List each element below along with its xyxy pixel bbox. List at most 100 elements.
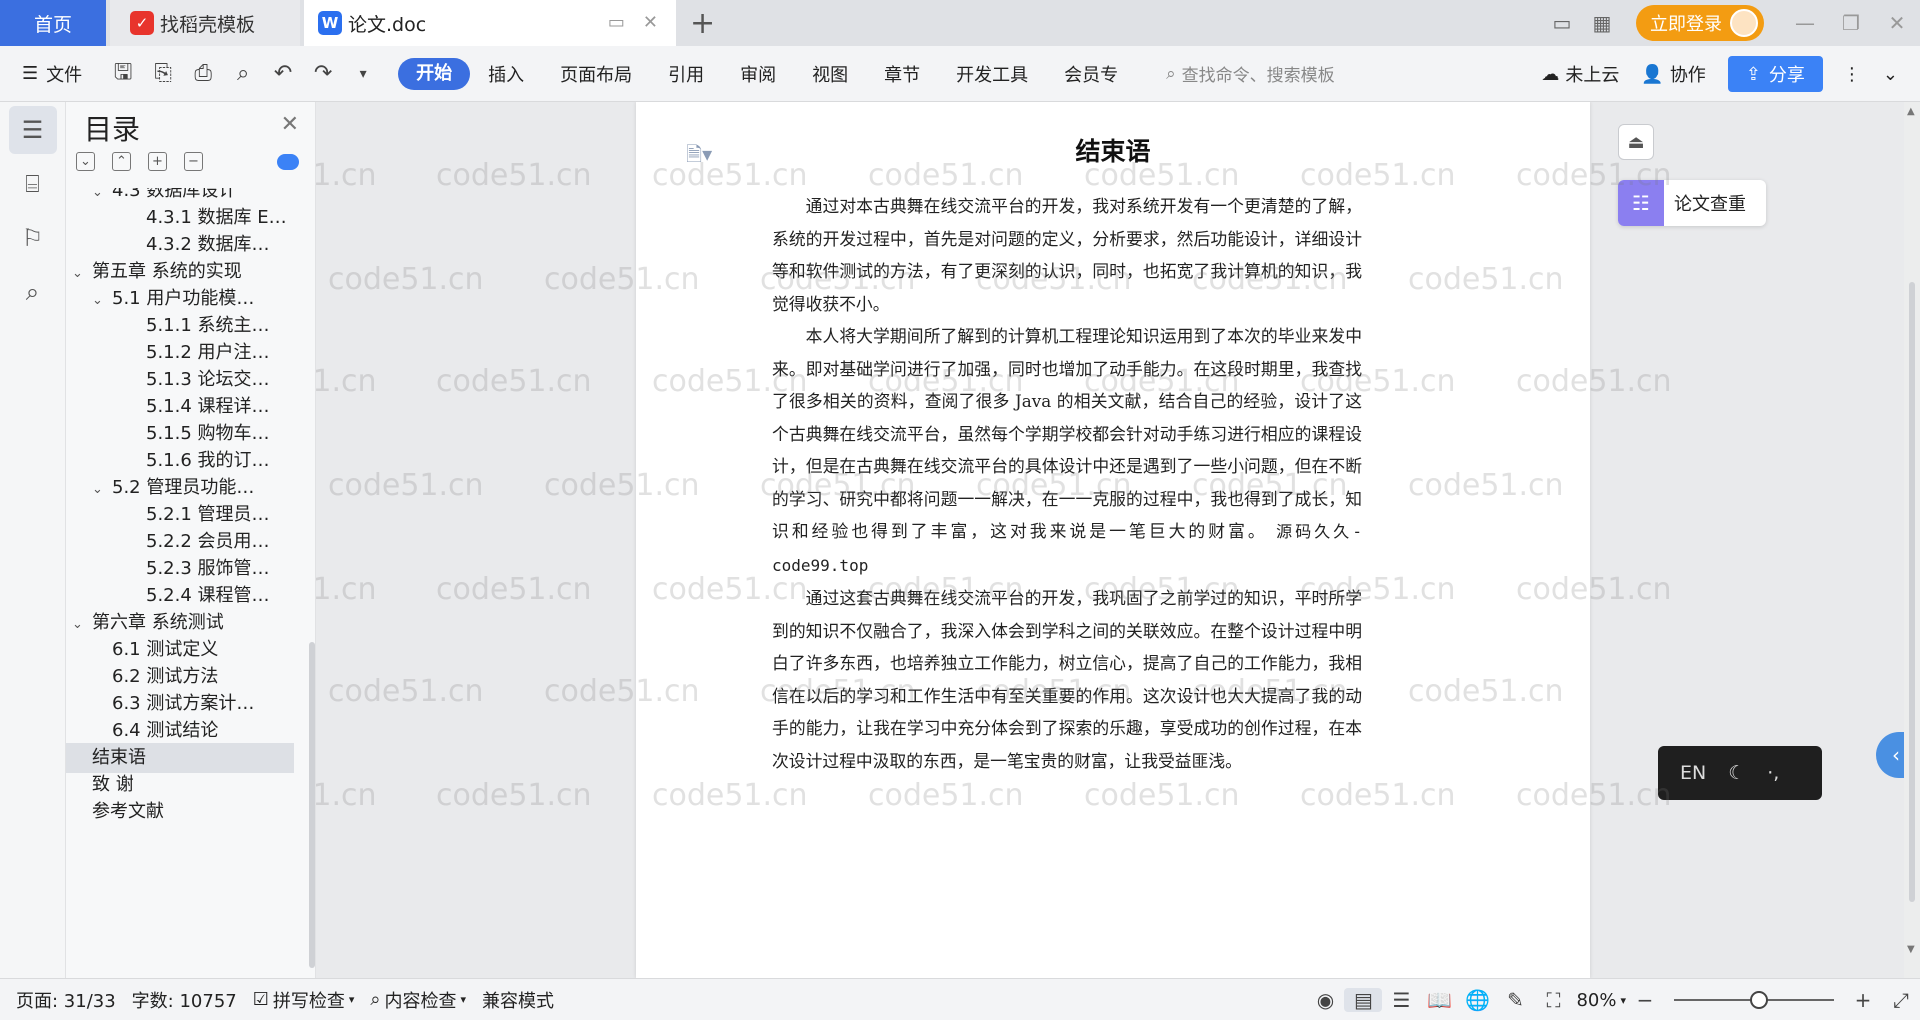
save-icon[interactable]: 🖫 (110, 55, 136, 93)
add-heading-icon[interactable]: + (148, 152, 167, 171)
ribbon-tab-home[interactable]: 开始 (398, 57, 471, 90)
document-page[interactable]: 🗎▾ 结束语 通过对本古典舞在线交流平台的开发，我对系统开发有一个更清楚的了解，… (636, 102, 1590, 978)
scroll-thumb[interactable] (1909, 282, 1915, 902)
toc-item[interactable]: 结束语 (66, 743, 294, 773)
ribbon-tab-developer[interactable]: 开发工具 (938, 61, 1046, 87)
collapse-ribbon-icon[interactable]: ⌄ (1883, 64, 1898, 85)
toc-item[interactable]: 4.3.1 数据库 E… (66, 203, 294, 233)
close-window-icon[interactable]: ✕ (1874, 11, 1920, 35)
toc-panel-icon[interactable]: ☰ (8, 106, 57, 154)
ribbon-tab-review[interactable]: 审阅 (722, 61, 794, 87)
quick-access-dropdown-icon[interactable]: ▾ (350, 66, 376, 82)
bookmark-icon[interactable]: ⚐ (9, 214, 57, 262)
pin-window-icon[interactable]: ▭ (608, 12, 625, 33)
zoom-in-icon[interactable]: + (1844, 988, 1882, 1012)
expand-side-panel-icon[interactable]: ‹ (1876, 732, 1904, 778)
print-icon[interactable]: ⎙ (190, 61, 216, 86)
login-button[interactable]: 立即登录 (1636, 5, 1764, 41)
toc-scrollbar[interactable] (309, 642, 315, 968)
toc-item[interactable]: 5.2.4 课程管… (66, 581, 294, 611)
fullscreen-icon[interactable]: ⤢ (1882, 988, 1920, 1012)
toc-item[interactable]: 5.2.1 管理员… (66, 500, 294, 530)
ime-toolbar[interactable]: EN ☾ ·, (1658, 746, 1822, 800)
collaborate-button[interactable]: 👤 协作 (1641, 61, 1705, 87)
toc-item[interactable]: 致 谢 (66, 770, 294, 800)
zoom-level[interactable]: 80% ▾ (1576, 990, 1626, 1011)
toc-item[interactable]: ⌄ 第五章 系统的实现 (66, 257, 294, 287)
new-tab-button[interactable]: + (690, 6, 715, 41)
vertical-scrollbar[interactable]: ▲ ▼ (1904, 102, 1920, 978)
layout-icon[interactable]: ▭ (1542, 11, 1582, 35)
collapse-all-icon[interactable]: ⌄ (76, 152, 95, 171)
scroll-down-icon[interactable]: ▼ (1907, 944, 1915, 955)
toc-item[interactable]: 5.1.3 论坛交… (66, 365, 294, 395)
toc-item[interactable]: 6.3 测试方案计… (66, 689, 294, 719)
toc-item[interactable]: 5.1.6 我的订… (66, 446, 294, 476)
toc-item[interactable]: 5.1.1 系统主… (66, 311, 294, 341)
plagiarism-check-button[interactable]: ☷ 论文查重 (1618, 180, 1766, 226)
write-mode-icon[interactable]: ✎ (1496, 988, 1534, 1012)
print-preview-icon[interactable]: ⌕ (230, 61, 256, 86)
find-icon[interactable]: ⌕ (9, 268, 57, 316)
tab-daoke-templates[interactable]: ✓ 找稻壳模板 (110, 0, 300, 46)
ribbon-tab-view[interactable]: 视图 (794, 61, 866, 87)
side-toolbar-toggle-icon[interactable]: ⏏ (1618, 124, 1654, 160)
document-body[interactable]: 通过对本古典舞在线交流平台的开发，我对系统开发有一个更清楚的了解，系统的开发过程… (772, 190, 1362, 777)
tab-home[interactable]: 首页 (0, 0, 106, 46)
command-search[interactable]: ⌕ 查找命令、搜索模板 (1166, 61, 1335, 87)
toc-item-label: 致 谢 (92, 774, 134, 795)
ribbon-tab-insert[interactable]: 插入 (470, 61, 542, 87)
moon-icon[interactable]: ☾ (1728, 762, 1745, 784)
apps-grid-icon[interactable]: ▦ (1582, 11, 1622, 35)
toc-item[interactable]: ⌄ 5.2 管理员功能… (66, 473, 294, 503)
more-options-icon[interactable]: ⋮ (1843, 64, 1861, 85)
toc-item[interactable]: 6.4 测试结论 (66, 716, 294, 746)
expand-up-icon[interactable]: ⌃ (112, 152, 131, 171)
toc-item[interactable]: 5.2.3 服饰管… (66, 554, 294, 584)
cloud-status[interactable]: ☁ 未上云 (1541, 61, 1619, 87)
reading-view-icon[interactable]: 📖 (1420, 988, 1458, 1012)
ai-assistant-icon[interactable] (277, 154, 299, 170)
chevron-down-icon: ▾ (460, 993, 467, 1006)
chapter-nav-icon[interactable]: ⌸ (9, 160, 57, 208)
toc-item[interactable]: 4.3.2 数据库… (66, 230, 294, 260)
spell-check-button[interactable]: ☑ 拼写检查 ▾ (253, 987, 355, 1013)
page-view-icon[interactable]: ▤ (1344, 988, 1383, 1012)
outline-view-icon[interactable]: ☰ (1382, 988, 1420, 1012)
ribbon-tab-chapter[interactable]: 章节 (866, 61, 938, 87)
toc-item[interactable]: 参考文献 (66, 797, 294, 827)
ribbon-tab-page-layout[interactable]: 页面布局 (542, 61, 650, 87)
toc-item[interactable]: ⌄ 5.1 用户功能模… (66, 284, 294, 314)
remove-heading-icon[interactable]: − (184, 152, 203, 171)
content-check-button[interactable]: ⌕ 内容检查 ▾ (370, 987, 466, 1013)
punctuation-icon[interactable]: ·, (1767, 762, 1779, 784)
close-tab-icon[interactable]: ✕ (643, 12, 658, 33)
share-button[interactable]: ⇪ 分享 (1727, 56, 1823, 92)
tab-document[interactable]: W 论文.doc ▭ ✕ (304, 0, 676, 46)
toc-item[interactable]: ⌄ 第六章 系统测试 (66, 608, 294, 638)
toc-item[interactable]: 5.1.5 购物车… (66, 419, 294, 449)
toc-item[interactable]: 5.2.2 会员用… (66, 527, 294, 557)
web-view-icon[interactable]: 🌐 (1458, 988, 1496, 1012)
ribbon-tab-member[interactable]: 会员专 (1046, 61, 1136, 87)
toc-item[interactable]: 6.1 测试定义 (66, 635, 294, 665)
scroll-up-icon[interactable]: ▲ (1907, 106, 1915, 117)
zoom-slider-handle[interactable] (1750, 991, 1768, 1009)
toc-item[interactable]: 6.2 测试方法 (66, 662, 294, 692)
export-icon[interactable]: ⎘ (150, 61, 176, 86)
toc-item[interactable]: 5.1.4 课程详… (66, 392, 294, 422)
word-count[interactable]: 字数: 10757 (132, 987, 237, 1013)
fit-page-icon[interactable]: ⛶ (1534, 988, 1572, 1012)
zoom-out-icon[interactable]: − (1626, 988, 1664, 1012)
restore-icon[interactable]: ❐ (1828, 11, 1874, 35)
minimize-icon[interactable]: — (1782, 11, 1828, 35)
close-icon[interactable]: ✕ (281, 112, 299, 137)
zoom-slider[interactable] (1674, 991, 1834, 1009)
ribbon-tab-references[interactable]: 引用 (650, 61, 722, 87)
toc-item[interactable]: 5.1.2 用户注… (66, 338, 294, 368)
undo-icon[interactable]: ↶ (270, 61, 296, 86)
eye-protection-icon[interactable]: ◉ (1306, 988, 1344, 1012)
file-menu[interactable]: ☰ 文件 (22, 61, 82, 87)
page-count[interactable]: 页面: 31/33 (16, 987, 116, 1013)
redo-icon[interactable]: ↷ (310, 61, 336, 86)
